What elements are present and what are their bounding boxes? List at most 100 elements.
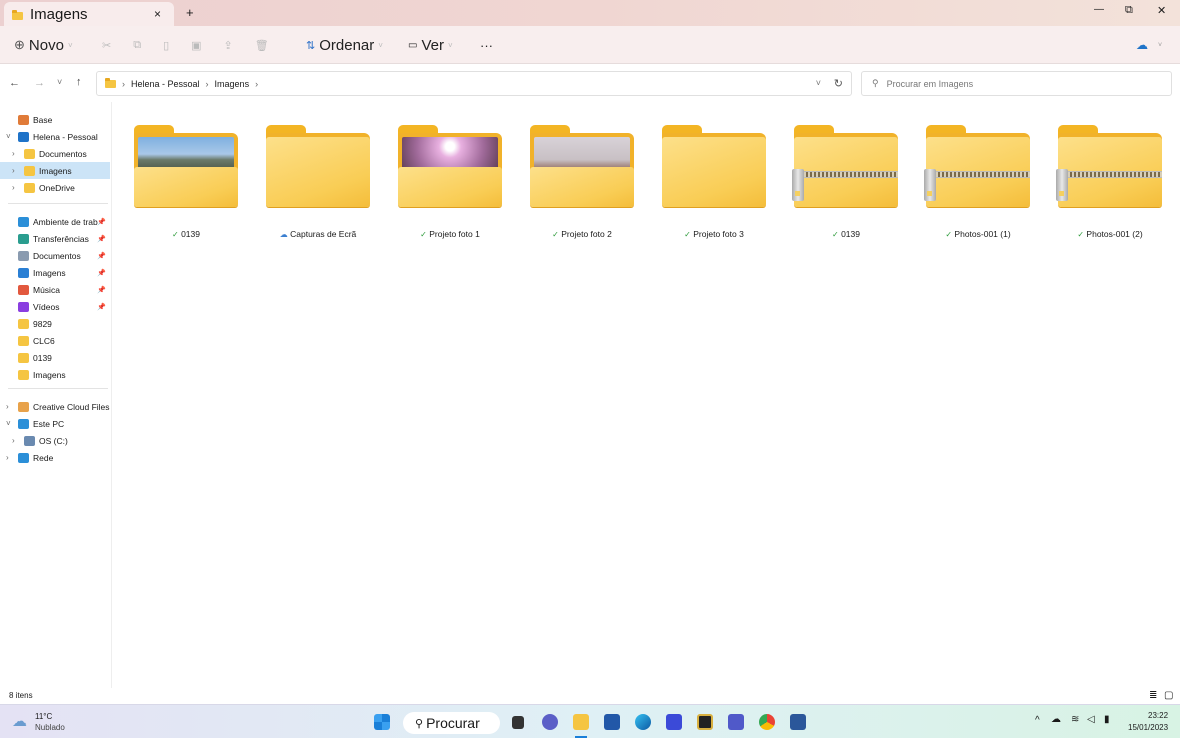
sidebar-item[interactable]: Imagens 📌 (0, 264, 110, 281)
sidebar-item-label: Documentos (33, 250, 81, 261)
forward-button[interactable]: → (34, 77, 45, 89)
expand-chevron-icon[interactable]: ˅ (6, 132, 11, 141)
tab-imagens[interactable]: Imagens × (4, 2, 174, 26)
zip-folder-icon (1056, 125, 1162, 207)
tray-overflow-icon[interactable]: ^ (1035, 715, 1040, 726)
search-box[interactable]: ⚲ Procurar em Imagens (861, 71, 1172, 96)
maximize-button[interactable]: ⧉ (1125, 4, 1133, 17)
close-tab-button[interactable]: × (154, 7, 161, 21)
sidebar-item[interactable]: Imagens (0, 366, 110, 383)
file-name: Projeto foto 3 (693, 229, 744, 239)
synced-check-icon: ✓ (1077, 230, 1085, 239)
sidebar-item[interactable]: › Rede (0, 449, 110, 466)
sidebar-item-label: Base (33, 114, 53, 125)
sidebar-item-label: Helena - Pessoal (33, 131, 98, 142)
copy-icon[interactable]: ⧉ (133, 39, 141, 52)
weather-desc[interactable]: Nublado (35, 723, 65, 732)
task-view-icon[interactable] (512, 716, 524, 729)
expand-chevron-icon[interactable]: › (6, 402, 9, 411)
sidebar-item[interactable]: › Creative Cloud Files (0, 398, 110, 415)
expand-chevron-icon[interactable]: › (6, 453, 9, 462)
onedrive-tray-icon[interactable]: ☁ (1051, 714, 1061, 725)
sidebar-item[interactable]: Documentos 📌 (0, 247, 110, 264)
folder-icon (24, 165, 35, 176)
word-icon[interactable] (790, 714, 806, 730)
sidebar-item[interactable]: › Imagens (0, 162, 110, 179)
sidebar-item[interactable]: 9829 (0, 315, 110, 332)
breadcrumb-imagens[interactable]: Imagens (215, 79, 250, 89)
file-name: Projeto foto 2 (561, 229, 612, 239)
tiles-view-icon[interactable]: ▢ (1164, 690, 1173, 701)
up-button[interactable]: ↑ (76, 76, 82, 88)
start-icon[interactable] (374, 714, 390, 730)
expand-chevron-icon[interactable]: › (12, 436, 15, 445)
download-icon (18, 233, 29, 244)
share-icon[interactable]: ⇪ (224, 39, 233, 52)
file-item[interactable]: ✓ Projeto foto 3 (662, 125, 766, 239)
file-item[interactable]: ✓ 0139 (792, 125, 898, 239)
file-item[interactable]: ✓ Projeto foto 1 (398, 125, 502, 239)
sidebar-item[interactable]: 0139 (0, 349, 110, 366)
onedrive-icon[interactable]: ☁ ˅ (1136, 26, 1162, 64)
app-star-icon[interactable] (697, 714, 713, 730)
file-item[interactable]: ✓ Photos-001 (1) (924, 125, 1030, 239)
sidebar-item[interactable]: Vídeos 📌 (0, 298, 110, 315)
file-item[interactable]: ☁ Capturas de Ecrã (266, 125, 370, 239)
file-item[interactable]: ✓ 0139 (134, 125, 238, 239)
rename-icon[interactable]: ▣ (191, 39, 201, 52)
recent-dropdown[interactable]: ˅ (57, 77, 62, 87)
sidebar-item[interactable]: Transferências 📌 (0, 230, 110, 247)
chrome-icon[interactable] (759, 714, 775, 730)
title-bar: Imagens × + — ⧉ ✕ (0, 0, 1180, 26)
file-item[interactable]: ✓ Photos-001 (2) (1056, 125, 1162, 239)
file-item[interactable]: ✓ Projeto foto 2 (530, 125, 634, 239)
sidebar-item[interactable]: Música 📌 (0, 281, 110, 298)
search-input[interactable]: Procurar em Imagens (887, 79, 974, 89)
file-name: Projeto foto 1 (429, 229, 480, 239)
file-name: Photos-001 (1) (954, 229, 1011, 239)
back-button[interactable]: ← (9, 77, 20, 89)
address-bar[interactable]: › Helena - Pessoal › Imagens › ˅ ↻ (96, 71, 852, 96)
paste-icon[interactable]: ▯ (163, 39, 169, 52)
breadcrumb-helena[interactable]: Helena - Pessoal (131, 79, 200, 89)
sidebar-item[interactable]: Base (0, 111, 110, 128)
delete-icon[interactable]: 🗑 (255, 39, 269, 52)
sidebar-item[interactable]: › OneDrive (0, 179, 110, 196)
refresh-icon[interactable]: ↻ (834, 77, 843, 90)
new-tab-button[interactable]: + (186, 5, 194, 20)
clipboard-actions: ✂ ⧉ ▯ ▣ ⇪ 🗑 (102, 26, 269, 64)
taskbar-search[interactable]: ⚲ Procurar (403, 712, 500, 734)
file-explorer-icon[interactable] (573, 714, 589, 730)
expand-chevron-icon[interactable]: › (12, 166, 15, 175)
more-options-button[interactable]: ··· (480, 26, 493, 64)
volume-icon[interactable]: ◁ (1087, 714, 1095, 725)
app-icon[interactable] (666, 714, 682, 730)
status-bar: 8 itens ≣ ▢ (0, 690, 1180, 704)
minimize-button[interactable]: — (1094, 4, 1104, 15)
clock-time[interactable]: 23:22 (1148, 711, 1168, 720)
wifi-icon[interactable]: ≋ (1071, 714, 1079, 725)
teams-icon[interactable] (728, 714, 744, 730)
weather-temp[interactable]: 11°C (35, 712, 52, 721)
sidebar-item[interactable]: Ambiente de trab 📌 (0, 213, 110, 230)
details-view-icon[interactable]: ≣ (1149, 690, 1157, 701)
edge-icon[interactable] (635, 714, 651, 730)
store-icon[interactable] (604, 714, 620, 730)
address-dropdown[interactable]: ˅ (816, 78, 821, 88)
cut-icon[interactable]: ✂ (102, 39, 111, 52)
sidebar-item[interactable]: CLC6 (0, 332, 110, 349)
sidebar-item[interactable]: › OS (C:) (0, 432, 110, 449)
sidebar-item[interactable]: ˅ Helena - Pessoal (0, 128, 110, 145)
clock-date[interactable]: 15/01/2023 (1128, 723, 1168, 732)
expand-chevron-icon[interactable]: ˅ (6, 419, 11, 428)
expand-chevron-icon[interactable]: › (12, 149, 15, 158)
view-button[interactable]: ▭ Ver ˅ (408, 26, 453, 64)
chat-icon[interactable] (542, 714, 558, 730)
sidebar-item[interactable]: › Documentos (0, 145, 110, 162)
new-button[interactable]: ⊕ Novo ˅ (14, 26, 73, 64)
close-window-button[interactable]: ✕ (1157, 4, 1166, 17)
sort-button[interactable]: ⇅ Ordenar ˅ (306, 26, 383, 64)
expand-chevron-icon[interactable]: › (12, 183, 15, 192)
sidebar-item[interactable]: ˅ Este PC (0, 415, 110, 432)
battery-icon[interactable]: ▮ (1104, 714, 1110, 725)
